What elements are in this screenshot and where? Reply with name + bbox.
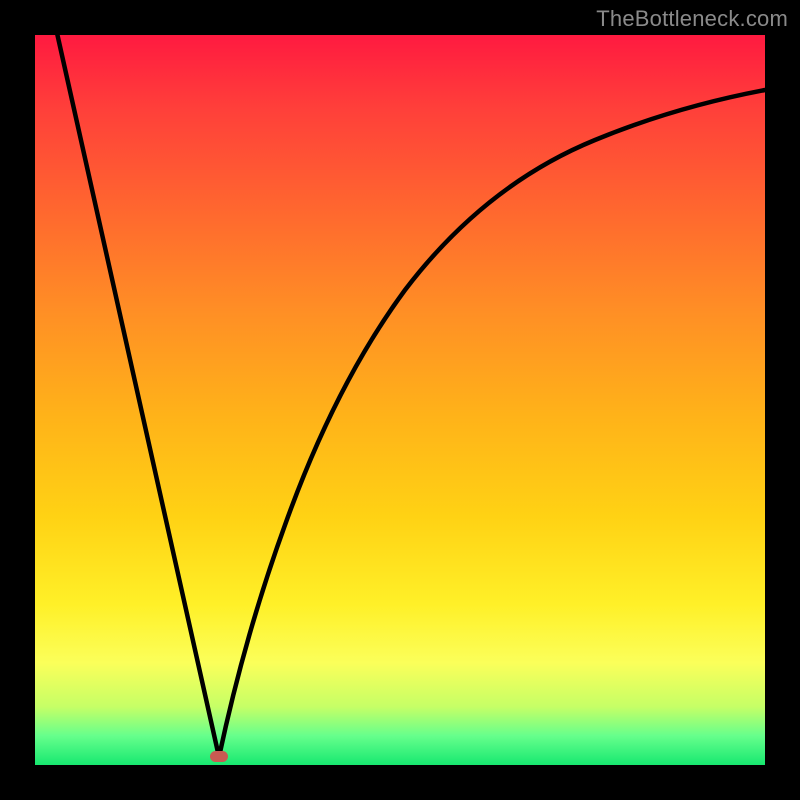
plot-area [35,35,765,765]
bottleneck-curve [35,35,765,765]
curve-right-leg [219,90,765,757]
watermark-text: TheBottleneck.com [596,6,788,32]
chart-frame: TheBottleneck.com [0,0,800,800]
curve-left-leg [57,33,219,757]
minimum-marker [210,751,228,762]
